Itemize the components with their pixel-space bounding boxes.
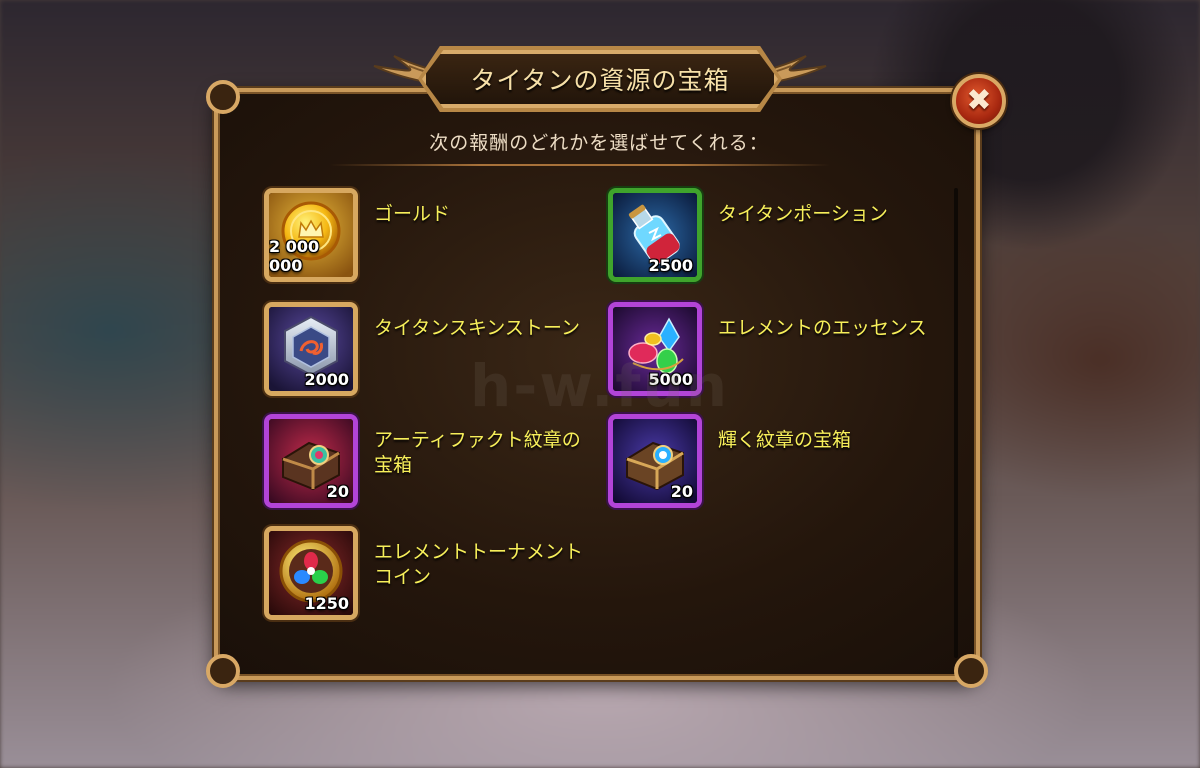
corner-ornament [954, 654, 988, 688]
reward-icon-frame: 1250 [264, 526, 358, 620]
scrollbar[interactable] [954, 188, 958, 658]
reward-label: タイタンポーション [718, 203, 888, 225]
reward-label: アーティファクト紋章の宝箱 [374, 429, 581, 476]
reward-label: 輝く紋章の宝箱 [718, 429, 852, 451]
reward-icon-frame: 2000 [264, 302, 358, 396]
reward-icon-frame: 20 [264, 414, 358, 508]
reward-label: エレメントのエッセンス [718, 317, 927, 339]
reward-label: ゴールド [374, 203, 451, 225]
reward-quantity: 2500 [648, 256, 693, 275]
corner-ornament [206, 654, 240, 688]
reward-quantity: 20 [326, 482, 349, 501]
reward-quantity: 2000 [304, 370, 349, 389]
title-plate: タイタンの資源の宝箱 [422, 50, 778, 108]
reward-item-artifact-emblem-chest[interactable]: 20 アーティファクト紋章の宝箱 [264, 414, 584, 510]
reward-item-elemental-essence[interactable]: 5000 エレメントのエッセンス [608, 302, 928, 398]
dialog-subtitle: 次の報酬のどれかを選ばせてくれる： [429, 132, 769, 154]
reward-icon-frame: 5000 [608, 302, 702, 396]
reward-icon-frame: 20 [608, 414, 702, 508]
reward-item-elemental-tournament-coin[interactable]: 1250 エレメントトーナメントコイン [264, 526, 584, 622]
reward-quantity: 2 000 000 [269, 237, 320, 275]
reward-item-titan-potion[interactable]: 2500 タイタンポーション [608, 188, 928, 284]
dialog-title: タイタンの資源の宝箱 [470, 66, 730, 95]
reward-quantity: 20 [670, 482, 693, 501]
reward-item-titan-skin-stone[interactable]: 2000 タイタンスキンストーン [264, 302, 584, 398]
reward-item-shining-emblem-chest[interactable]: 20 輝く紋章の宝箱 [608, 414, 928, 510]
divider [330, 164, 830, 166]
reward-icon-frame: 2500 [608, 188, 702, 282]
reward-item-gold[interactable]: 2 000 000 ゴールド [264, 188, 584, 284]
reward-label: エレメントトーナメントコイン [374, 541, 584, 588]
reward-quantity: 5000 [648, 370, 693, 389]
close-button[interactable]: ✖ [952, 74, 1006, 128]
corner-ornament [206, 80, 240, 114]
close-icon: ✖ [966, 83, 992, 118]
reward-quantity: 1250 [304, 594, 349, 613]
reward-label: タイタンスキンストーン [374, 317, 580, 339]
reward-icon-frame: 2 000 000 [264, 188, 358, 282]
